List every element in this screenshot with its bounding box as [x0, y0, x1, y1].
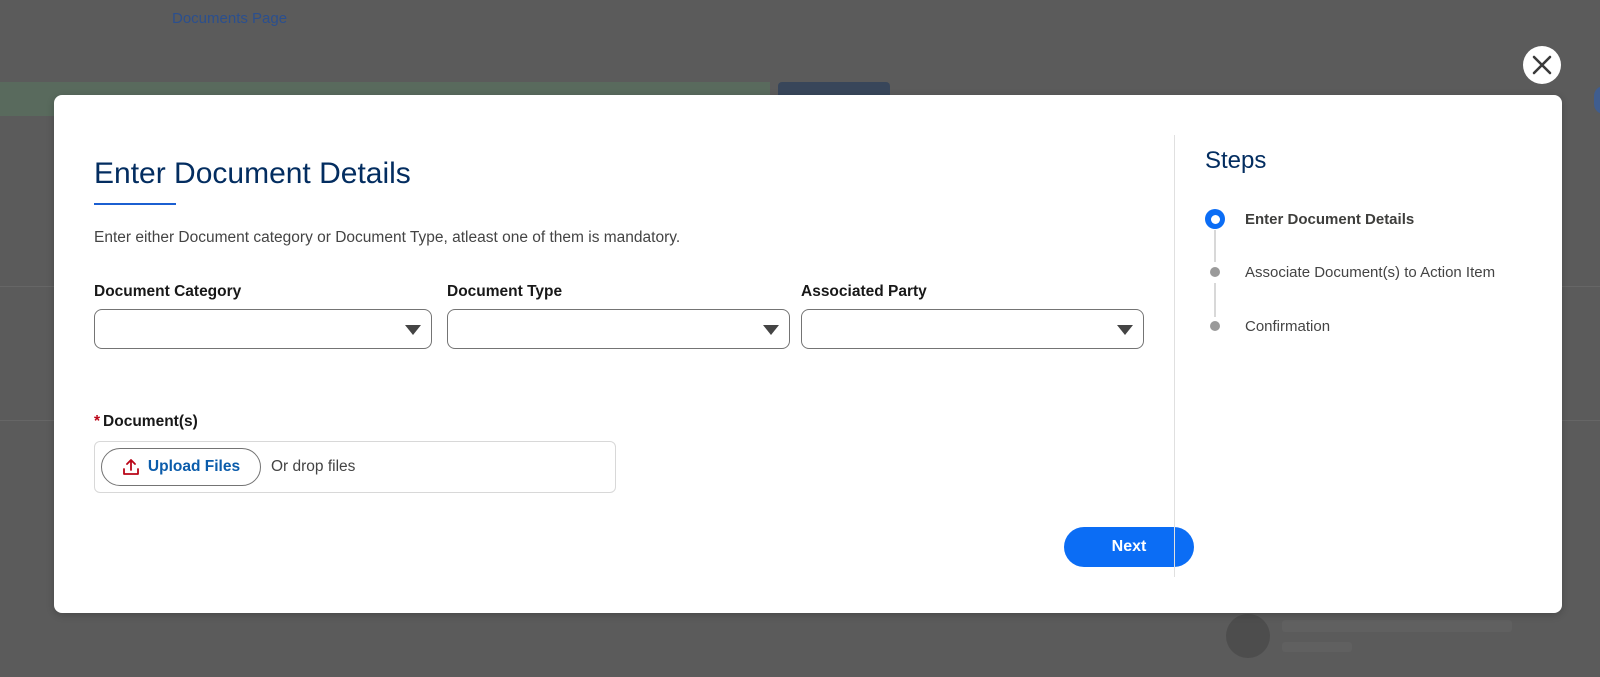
close-button[interactable] — [1523, 46, 1561, 84]
background-text-placeholder — [1282, 620, 1512, 632]
steps-panel: Steps Enter Document Details Associate D… — [1205, 95, 1545, 613]
associated-party-select[interactable] — [801, 309, 1144, 349]
close-icon — [1532, 55, 1552, 75]
required-marker: * — [94, 413, 101, 430]
document-category-select[interactable] — [94, 309, 432, 349]
background-text-placeholder — [1282, 642, 1352, 652]
document-type-select[interactable] — [447, 309, 790, 349]
step-label: Confirmation — [1245, 317, 1331, 335]
document-category-label: Document Category — [94, 283, 242, 300]
title-underline — [94, 203, 176, 205]
step-label: Enter Document Details — [1245, 210, 1415, 228]
modal-main: Enter Document Details Enter either Docu… — [94, 95, 1214, 613]
step-item-confirmation: Confirmation — [1205, 316, 1330, 336]
file-dropzone[interactable]: Upload Files Or drop files — [94, 441, 616, 493]
associated-party-label: Associated Party — [801, 283, 927, 300]
chevron-down-icon — [763, 325, 779, 335]
panel-divider — [1174, 135, 1175, 577]
documents-label-text: Document(s) — [103, 413, 198, 430]
step-connector — [1214, 283, 1216, 317]
step-item-associate-documents: Associate Document(s) to Action Item — [1205, 262, 1495, 282]
upload-files-label: Upload Files — [147, 458, 241, 475]
document-details-modal: Enter Document Details Enter either Docu… — [54, 95, 1562, 613]
document-type-label: Document Type — [447, 283, 563, 300]
step-connector — [1214, 230, 1216, 262]
drop-files-text: Or drop files — [271, 458, 356, 475]
step-item-enter-document-details: Enter Document Details — [1205, 209, 1414, 229]
modal-title: Enter Document Details — [94, 157, 411, 190]
steps-title: Steps — [1205, 147, 1267, 174]
pending-step-icon — [1210, 321, 1220, 331]
chevron-down-icon — [405, 325, 421, 335]
background-edge-element — [1594, 86, 1600, 114]
modal-hint: Enter either Document category or Docume… — [94, 229, 681, 246]
active-step-icon — [1205, 209, 1225, 229]
background-avatar — [1226, 614, 1270, 658]
upload-icon — [123, 459, 139, 475]
background-link: Documents Page — [172, 10, 288, 27]
pending-step-icon — [1210, 267, 1220, 277]
upload-files-button[interactable]: Upload Files — [101, 448, 261, 486]
chevron-down-icon — [1117, 325, 1133, 335]
documents-label: * Document(s) — [94, 413, 198, 431]
step-label: Associate Document(s) to Action Item — [1245, 263, 1496, 281]
